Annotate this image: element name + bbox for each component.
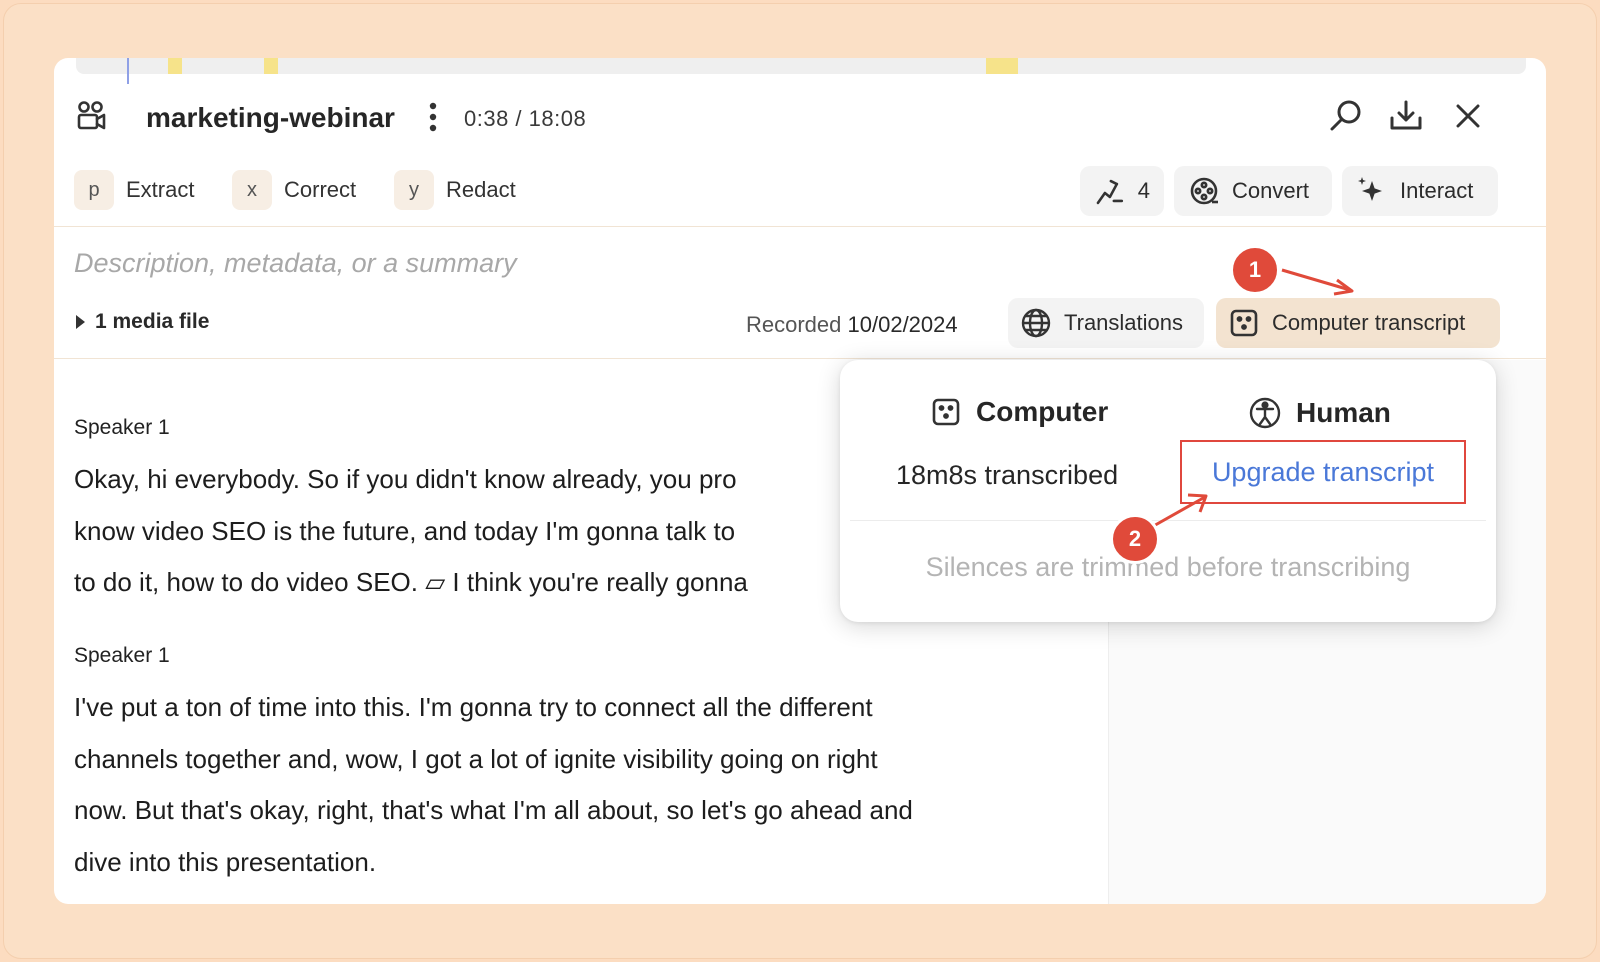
shortcut-key: p bbox=[74, 170, 114, 210]
correct-action[interactable]: x Correct bbox=[232, 168, 356, 212]
computer-transcript-button[interactable]: Computer transcript bbox=[1216, 298, 1500, 348]
recorded-date: Recorded 10/02/2024 bbox=[746, 312, 958, 338]
convert-label: Convert bbox=[1232, 178, 1310, 203]
caret-right-icon bbox=[76, 315, 85, 329]
divider bbox=[850, 520, 1486, 521]
globe-icon bbox=[1021, 308, 1051, 338]
upgrade-transcript-link[interactable]: Upgrade transcript bbox=[1180, 440, 1466, 504]
action-label: Correct bbox=[284, 177, 357, 202]
shortcut-key: y bbox=[394, 170, 434, 210]
playback-time: 0:38 / 18:08 bbox=[464, 106, 587, 131]
redact-action[interactable]: y Redact bbox=[394, 168, 516, 212]
speaker-label: Speaker 1 bbox=[74, 416, 170, 439]
transcript-paragraph[interactable]: I've put a ton of time into this. I'm go… bbox=[74, 682, 1074, 888]
computer-heading: Computer bbox=[930, 396, 1108, 428]
recorded-label: Recorded bbox=[746, 312, 842, 337]
transcript-type-popover: Computer Human 18m8s transcribed Upgrade… bbox=[840, 360, 1496, 622]
playhead[interactable] bbox=[127, 58, 129, 84]
step-marker-2: 2 bbox=[1110, 514, 1160, 564]
human-heading: Human bbox=[1248, 396, 1391, 430]
description-field[interactable]: Description, metadata, or a summary bbox=[74, 248, 517, 279]
translations-button[interactable]: Translations bbox=[1008, 298, 1204, 348]
divider bbox=[54, 226, 1546, 227]
transcript-line: I've put a ton of time into this. I'm go… bbox=[74, 692, 873, 722]
film-reel-icon bbox=[1190, 177, 1218, 205]
convert-button[interactable]: Convert bbox=[1174, 166, 1332, 216]
computer-heading-label: Computer bbox=[976, 396, 1109, 427]
speakers-count: 4 bbox=[1137, 178, 1150, 203]
human-heading-label: Human bbox=[1296, 397, 1391, 428]
transcribed-duration: 18m8s transcribed bbox=[896, 460, 1119, 490]
waveform-highlight bbox=[168, 58, 182, 74]
extract-action[interactable]: p Extract bbox=[74, 168, 194, 212]
translations-label: Translations bbox=[1064, 310, 1184, 335]
speaker-label: Speaker 1 bbox=[74, 644, 170, 667]
speakers-button[interactable]: 4 bbox=[1080, 166, 1164, 216]
sparkle-icon bbox=[1358, 177, 1382, 201]
recorded-value: 10/02/2024 bbox=[847, 312, 958, 337]
step-marker-1: 1 bbox=[1230, 245, 1280, 295]
download-icon[interactable] bbox=[1386, 96, 1426, 136]
robot-face-icon bbox=[932, 398, 960, 426]
action-label: Extract bbox=[126, 177, 195, 202]
search-icon[interactable] bbox=[1326, 96, 1366, 136]
media-title: marketing-webinar bbox=[146, 102, 395, 133]
shortcut-key: x bbox=[232, 170, 272, 210]
transcript-line: channels together and, wow, I got a lot … bbox=[74, 743, 878, 774]
more-options-icon[interactable] bbox=[426, 100, 440, 134]
media-files-label: 1 media file bbox=[95, 310, 210, 333]
robot-face-icon bbox=[1230, 309, 1258, 337]
close-icon[interactable] bbox=[1448, 96, 1488, 136]
people-video-icon bbox=[76, 100, 108, 132]
silence-note: Silences are trimmed before transcribing bbox=[925, 552, 1411, 582]
computer-transcript-label: Computer transcript bbox=[1272, 310, 1466, 335]
divider bbox=[54, 358, 1546, 359]
transcript-line: now. But that's okay, right, that's what… bbox=[74, 795, 913, 825]
waveform-highlight bbox=[986, 58, 1018, 74]
interact-button[interactable]: Interact bbox=[1342, 166, 1498, 216]
header: marketing-webinar 0:38 / 18:08 bbox=[74, 96, 1524, 138]
speaker-icon bbox=[1096, 179, 1124, 205]
interact-label: Interact bbox=[1400, 178, 1474, 203]
waveform-highlight bbox=[264, 58, 278, 74]
transcript-line: dive into this presentation. bbox=[74, 846, 377, 877]
action-label: Redact bbox=[446, 177, 516, 202]
human-figure-icon bbox=[1249, 397, 1281, 429]
waveform-scrubber[interactable] bbox=[76, 58, 1526, 84]
media-files-toggle[interactable]: 1 media file bbox=[76, 310, 209, 334]
